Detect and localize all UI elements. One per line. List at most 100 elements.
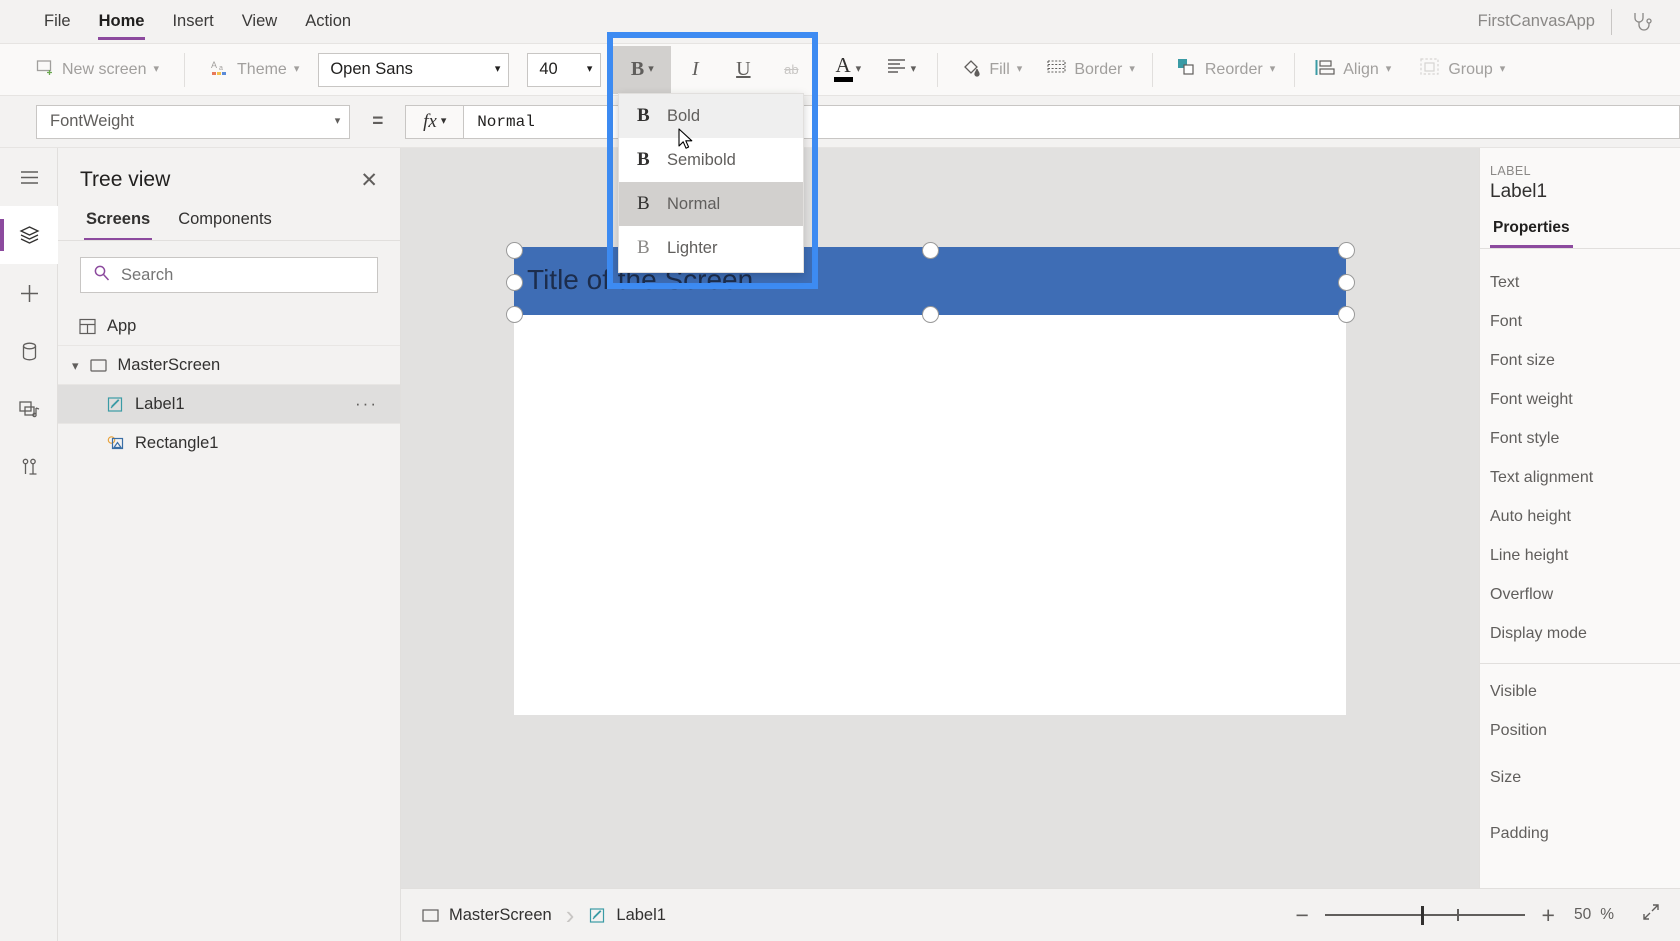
property-row-font[interactable]: Font xyxy=(1480,302,1680,341)
font-color-glyph: A xyxy=(833,55,853,82)
property-row-overflow[interactable]: Overflow xyxy=(1480,575,1680,614)
property-row-visible[interactable]: Visible xyxy=(1480,672,1680,711)
font-size-select[interactable]: 40 ▾ xyxy=(527,52,602,87)
text-align-button[interactable]: ▾ xyxy=(873,46,929,94)
font-weight-option-semibold[interactable]: B Semibold xyxy=(619,138,803,182)
breadcrumb-label: MasterScreen xyxy=(449,905,552,924)
theme-button[interactable]: Aa Theme ▾ xyxy=(201,53,308,87)
home-toolbar: New screen ▾ Aa Theme ▾ Open Sans ▾ 40 ▾ xyxy=(0,44,1680,96)
menu-bar: File Home Insert View Action FirstCanvas… xyxy=(0,0,1680,44)
property-row-line-height[interactable]: Line height xyxy=(1480,536,1680,575)
tree-view-icon[interactable] xyxy=(0,206,58,264)
property-row-position[interactable]: Position xyxy=(1480,711,1680,750)
zoom-slider-track xyxy=(1325,914,1526,916)
chevron-down-icon: ▾ xyxy=(293,63,300,75)
menu-item-home[interactable]: Home xyxy=(85,0,159,44)
stethoscope-icon[interactable] xyxy=(1612,10,1668,34)
advanced-tools-icon[interactable] xyxy=(0,438,58,496)
group-button[interactable]: Group ▾ xyxy=(1410,53,1514,87)
selection-handle-top-center[interactable] xyxy=(922,242,939,259)
tree-node-masterscreen[interactable]: ▾ MasterScreen xyxy=(58,346,400,385)
weight-glyph: B xyxy=(637,149,650,170)
properties-tabs: Properties xyxy=(1480,203,1680,249)
property-row-display-mode[interactable]: Display mode xyxy=(1480,614,1680,653)
media-icon[interactable] xyxy=(0,380,58,438)
reorder-button[interactable]: Reorder ▾ xyxy=(1167,53,1284,87)
font-color-button[interactable]: A ▾ xyxy=(815,46,873,94)
property-row-font-weight[interactable]: Font weight xyxy=(1480,380,1680,419)
reorder-label: Reorder xyxy=(1204,60,1263,78)
shape-icon xyxy=(106,434,125,453)
property-selector[interactable]: FontWeight ▾ xyxy=(36,104,351,139)
toolbar-group-font: Aa Theme ▾ Open Sans ▾ 40 ▾ xyxy=(189,44,602,96)
chevron-down-icon[interactable]: ▾ xyxy=(72,359,79,372)
underline-button[interactable]: U xyxy=(719,46,767,94)
menu-item-action[interactable]: Action xyxy=(291,0,365,44)
fill-button[interactable]: Fill ▾ xyxy=(952,53,1031,87)
font-weight-button[interactable]: B ▾ xyxy=(613,45,672,94)
property-row-padding[interactable]: Padding xyxy=(1480,806,1680,862)
tab-label: Properties xyxy=(1493,219,1570,236)
tab-screens[interactable]: Screens xyxy=(80,206,156,240)
app-title: FirstCanvasApp xyxy=(1477,12,1595,30)
border-button[interactable]: Border ▾ xyxy=(1037,53,1144,87)
new-screen-button[interactable]: New screen ▾ xyxy=(26,53,168,87)
italic-glyph: I xyxy=(692,58,699,80)
breadcrumb-label1[interactable]: Label1 xyxy=(574,889,680,941)
font-weight-dropdown[interactable]: B Bold B Semibold B Normal B Lighter xyxy=(618,93,804,273)
property-row-text-alignment[interactable]: Text alignment xyxy=(1480,458,1680,497)
new-screen-icon xyxy=(35,57,55,82)
tab-components[interactable]: Components xyxy=(172,206,278,240)
selection-handle-middle-left[interactable] xyxy=(506,274,523,291)
border-icon xyxy=(1046,58,1067,81)
insert-plus-icon[interactable] xyxy=(0,264,58,322)
more-options-icon[interactable]: ··· xyxy=(355,394,378,414)
selection-handle-top-right[interactable] xyxy=(1338,242,1355,259)
label-icon xyxy=(588,906,607,925)
tree-node-label1[interactable]: Label1 ··· xyxy=(58,385,400,424)
selection-handle-bottom-right[interactable] xyxy=(1338,306,1355,323)
data-sources-icon[interactable] xyxy=(0,322,58,380)
hamburger-menu-icon[interactable] xyxy=(0,148,58,206)
zoom-out-button[interactable]: − xyxy=(1285,903,1319,927)
menu-item-view[interactable]: View xyxy=(228,0,291,44)
strikethrough-button[interactable]: ab xyxy=(767,46,815,94)
property-row-size[interactable]: Size xyxy=(1480,750,1680,806)
divider xyxy=(937,52,939,87)
zoom-in-button[interactable]: + xyxy=(1531,903,1565,927)
menu-item-file[interactable]: File xyxy=(30,0,85,44)
selection-handle-middle-right[interactable] xyxy=(1338,274,1355,291)
property-row-font-style[interactable]: Font style xyxy=(1480,419,1680,458)
weight-glyph: B xyxy=(637,237,650,258)
search-input[interactable] xyxy=(121,265,365,285)
zoom-slider[interactable] xyxy=(1325,904,1526,926)
canvas-area[interactable]: Title of the Screen xyxy=(401,148,1479,941)
font-weight-option-lighter[interactable]: B Lighter xyxy=(619,226,803,270)
selection-handle-top-left[interactable] xyxy=(506,242,523,259)
screen-icon xyxy=(421,906,440,925)
selection-handle-bottom-left[interactable] xyxy=(506,306,523,323)
align-button[interactable]: Align ▾ xyxy=(1305,53,1400,87)
tree-node-rectangle1[interactable]: Rectangle1 xyxy=(58,424,400,463)
search-box[interactable] xyxy=(80,257,378,293)
font-weight-option-bold[interactable]: B Bold xyxy=(619,94,803,138)
property-row-auto-height[interactable]: Auto height xyxy=(1480,497,1680,536)
zoom-slider-thumb[interactable] xyxy=(1421,906,1425,925)
menu-item-insert[interactable]: Insert xyxy=(158,0,227,44)
properties-panel: LABEL Label1 Properties Text Font Font s… xyxy=(1479,148,1680,941)
tree-node-app[interactable]: App xyxy=(58,307,400,346)
close-icon[interactable]: ✕ xyxy=(360,170,378,191)
expand-canvas-icon[interactable] xyxy=(1614,901,1662,929)
selection-handle-bottom-center[interactable] xyxy=(922,306,939,323)
property-row-font-size[interactable]: Font size xyxy=(1480,341,1680,380)
property-label: Visible xyxy=(1490,682,1537,700)
font-family-select[interactable]: Open Sans ▾ xyxy=(318,52,510,87)
option-label: Normal xyxy=(667,194,721,213)
font-weight-option-normal[interactable]: B Normal xyxy=(619,182,803,226)
tab-properties[interactable]: Properties xyxy=(1490,219,1573,248)
italic-button[interactable]: I xyxy=(671,46,719,94)
fill-label: Fill xyxy=(989,60,1010,78)
property-row-text[interactable]: Text xyxy=(1480,263,1680,302)
fx-button[interactable]: fx ▾ xyxy=(405,104,464,139)
breadcrumb-masterscreen[interactable]: MasterScreen xyxy=(401,889,566,941)
